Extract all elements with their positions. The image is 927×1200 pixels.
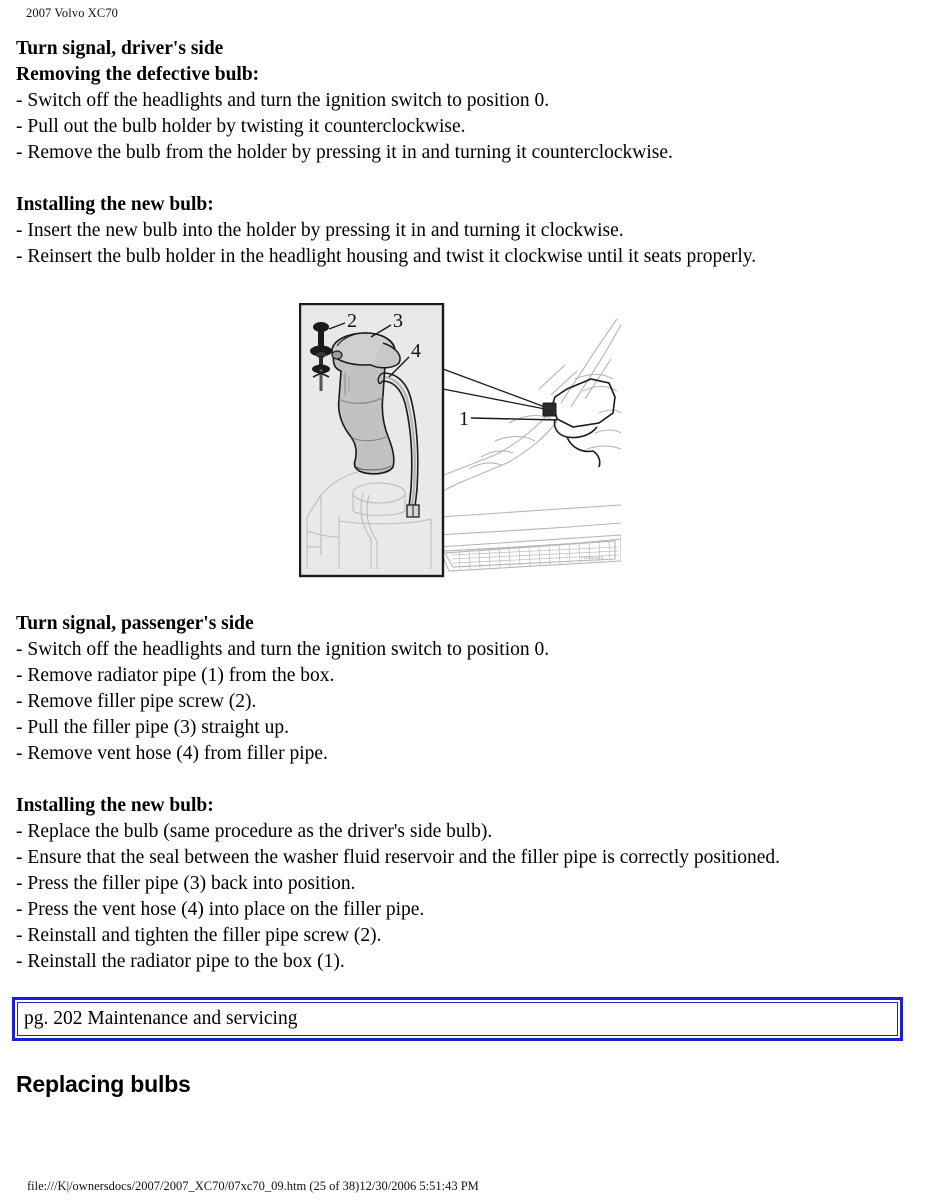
callout-label-2: 2 bbox=[347, 310, 357, 332]
section-heading-driver: Turn signal, driver's side bbox=[16, 38, 224, 59]
section-heading-passenger: Turn signal, passenger's side bbox=[16, 613, 254, 634]
document-header: 2007 Volvo XC70 bbox=[26, 6, 119, 20]
callout-label-4: 4 bbox=[411, 340, 421, 362]
list-item: - Remove filler pipe screw (2). bbox=[16, 691, 257, 712]
document-page: 2007 Volvo XC70 Turn signal, driver's si… bbox=[0, 0, 927, 1200]
list-item: - Reinsert the bulb holder in the headli… bbox=[16, 246, 757, 267]
document-footer-path: file:///K|/ownersdocs/2007/2007_XC70/07x… bbox=[27, 1179, 479, 1193]
washer-reservoir-outline bbox=[552, 378, 616, 468]
list-item: - Reinstall and tighten the filler pipe … bbox=[16, 925, 382, 946]
list-item: - Press the filler pipe (3) back into po… bbox=[16, 873, 356, 894]
detail-box: 2 3 4 bbox=[299, 303, 445, 578]
figure-watermark: volvocars bbox=[581, 555, 604, 560]
list-item: - Replace the bulb (same procedure as th… bbox=[16, 821, 493, 842]
callout-label-1: 1 bbox=[459, 408, 469, 430]
list-item: - Switch off the headlights and turn the… bbox=[16, 639, 550, 660]
page-reference-box[interactable]: pg. 202 Maintenance and servicing bbox=[12, 997, 903, 1041]
figure-filler-pipe-illustration: 1 volvocars 2 3 4 bbox=[299, 303, 621, 578]
document-body: Turn signal, driver's side Removing the … bbox=[16, 36, 911, 270]
callout-label-3: 3 bbox=[393, 310, 403, 332]
list-item: - Insert the new bulb into the holder by… bbox=[16, 220, 624, 241]
list-item: - Pull the filler pipe (3) straight up. bbox=[16, 717, 289, 738]
list-item: - Switch off the headlights and turn the… bbox=[16, 90, 550, 111]
document-body-lower: Turn signal, passenger's side - Switch o… bbox=[16, 611, 911, 975]
subheading-installing-bulb-passenger: Installing the new bulb: bbox=[16, 795, 214, 816]
list-item: - Reinstall the radiator pipe to the box… bbox=[16, 951, 345, 972]
list-item: - Ensure that the seal between the washe… bbox=[16, 847, 781, 868]
radiator-pipe-connector bbox=[542, 402, 557, 417]
list-item: - Remove radiator pipe (1) from the box. bbox=[16, 665, 335, 686]
page-title-replacing-bulbs: Replacing bulbs bbox=[16, 1071, 191, 1097]
list-item: - Remove the bulb from the holder by pre… bbox=[16, 142, 673, 163]
leader-lines bbox=[442, 368, 546, 410]
list-item: - Remove vent hose (4) from filler pipe. bbox=[16, 743, 328, 764]
subheading-installing-bulb: Installing the new bulb: bbox=[16, 194, 214, 215]
page-reference-label: pg. 202 Maintenance and servicing bbox=[24, 1008, 298, 1029]
list-item: - Press the vent hose (4) into place on … bbox=[16, 899, 425, 920]
subheading-removing-bulb: Removing the defective bulb: bbox=[16, 64, 260, 85]
page-reference-inner-border: pg. 202 Maintenance and servicing bbox=[17, 1002, 898, 1036]
list-item: - Pull out the bulb holder by twisting i… bbox=[16, 116, 466, 137]
